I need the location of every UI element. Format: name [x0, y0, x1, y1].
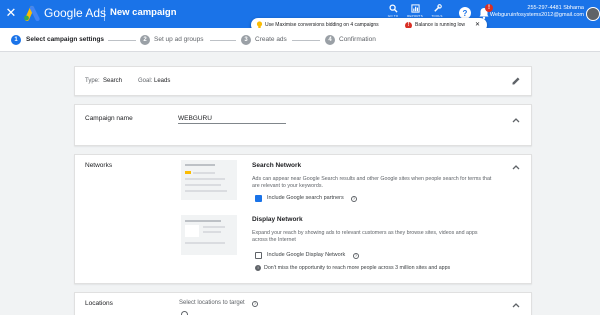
step-connector: [210, 40, 236, 41]
brand-name: Google Ads: [44, 6, 107, 20]
step-1-number: 1: [11, 35, 21, 45]
search-partners-label[interactable]: Include Google search partners: [267, 195, 344, 201]
display-network-description: Expand your reach by showing ads to rele…: [252, 230, 478, 243]
display-network-title: Display Network: [252, 216, 303, 223]
search-network-illustration: [181, 160, 237, 200]
campaign-name-label: Campaign name: [85, 115, 133, 122]
campaign-name-card: Campaign name: [74, 104, 532, 146]
chevron-up-icon[interactable]: [511, 163, 521, 171]
chevron-up-icon[interactable]: [511, 301, 521, 309]
step-4-number: 4: [325, 35, 335, 45]
display-network-info: Don't miss the opportunity to reach more…: [264, 264, 451, 271]
step-3-number: 3: [241, 35, 251, 45]
locations-label: Locations: [85, 300, 113, 307]
campaign-type-card: Type: Search Goal: Leads: [74, 66, 532, 96]
step-4-label[interactable]: Confirmation: [339, 36, 376, 44]
search-network-description: Ads can appear near Google Search result…: [252, 176, 492, 189]
help-icon[interactable]: ?: [353, 252, 359, 259]
display-network-checkbox[interactable]: [255, 252, 262, 259]
search-icon: [388, 4, 398, 13]
info-icon: !: [255, 265, 261, 271]
display-network-illustration: [181, 215, 237, 255]
page-title: New campaign: [110, 7, 177, 18]
goal-value: Leads: [154, 78, 171, 84]
campaign-name-input[interactable]: [178, 113, 286, 124]
locations-card: Locations Select locations to target ?: [74, 292, 532, 315]
title-divider: [104, 7, 105, 21]
checkmark-icon: [255, 202, 262, 207]
location-radio[interactable]: [181, 311, 188, 315]
goal-label: Goal:: [138, 78, 153, 84]
account-phone-name: 255-297-4481 Sbharna: [527, 5, 584, 11]
search-network-title: Search Network: [252, 162, 302, 169]
display-network-label[interactable]: Include Google Display Network: [267, 252, 345, 258]
svg-text:?: ?: [463, 9, 468, 18]
google-ads-logo-icon: [24, 5, 40, 21]
pencil-icon[interactable]: [511, 76, 521, 86]
account-info[interactable]: 255-297-4481 Sbharna Webguruinfosystems2…: [490, 5, 584, 19]
networks-label: Networks: [85, 162, 113, 169]
reports-icon: [410, 4, 420, 13]
step-3-label[interactable]: Create ads: [255, 36, 287, 44]
locations-prompt: Select locations to target: [179, 300, 245, 306]
networks-card: Networks Search Network Ads can appear n…: [74, 154, 532, 284]
close-icon[interactable]: ✕: [4, 5, 18, 21]
step-2-label[interactable]: Set up ad groups: [154, 36, 204, 44]
step-connector: [108, 40, 136, 41]
help-icon[interactable]: ?: [252, 300, 258, 307]
step-connector: [292, 40, 320, 41]
tools-icon: [433, 4, 442, 12]
search-partners-checkbox[interactable]: [255, 195, 262, 207]
avatar[interactable]: [586, 7, 600, 21]
step-2-number: 2: [140, 35, 150, 45]
chevron-up-icon[interactable]: [511, 116, 521, 124]
step-1-label[interactable]: Select campaign settings: [26, 36, 104, 44]
type-label: Type:: [85, 78, 100, 84]
type-value: Search: [103, 78, 123, 84]
help-icon[interactable]: ?: [351, 195, 357, 202]
account-email: Webguruinfosystems2012@gmail.com: [489, 12, 584, 18]
